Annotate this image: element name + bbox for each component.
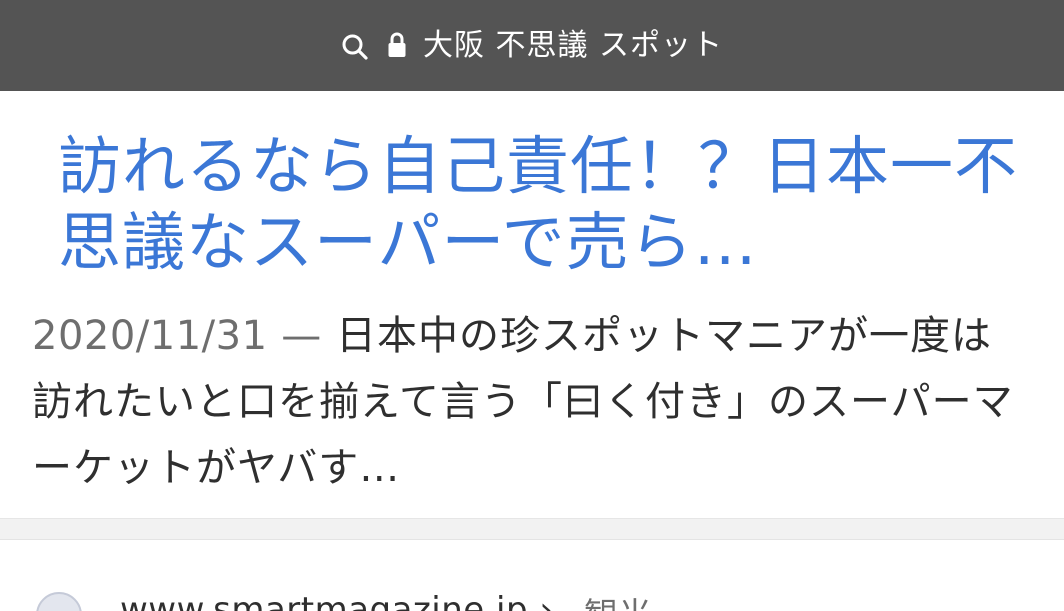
breadcrumb-separator: ›: [539, 590, 554, 611]
site-favicon-icon: [36, 592, 82, 611]
search-icon: [341, 33, 369, 61]
result-snippet: 2020/11/31 — 日本中の珍スポットマニアが一度は訪れたいと口を揃えて言…: [32, 303, 1032, 501]
result-title-link[interactable]: 訪れるなら自己責任！？日本一不思議なスーパーで売ら…: [58, 129, 1018, 281]
result-source-url[interactable]: www.smartmagazine.jp ›: [120, 590, 553, 611]
address-bar[interactable]: 大阪 不思議 スポット: [0, 0, 1064, 91]
result-category: 観光: [584, 588, 652, 611]
source-domain: www.smartmagazine.jp: [120, 590, 529, 611]
date-separator: —: [281, 313, 323, 359]
next-search-result-card[interactable]: www.smartmagazine.jp › 観光: [0, 540, 1064, 611]
result-date: 2020/11/31: [32, 313, 268, 359]
search-result-card[interactable]: 訪れるなら自己責任！？日本一不思議なスーパーで売ら… 2020/11/31 — …: [0, 91, 1064, 518]
address-bar-query: 大阪 不思議 スポット: [422, 27, 724, 63]
result-divider: [0, 518, 1064, 540]
lock-icon: [387, 31, 407, 59]
